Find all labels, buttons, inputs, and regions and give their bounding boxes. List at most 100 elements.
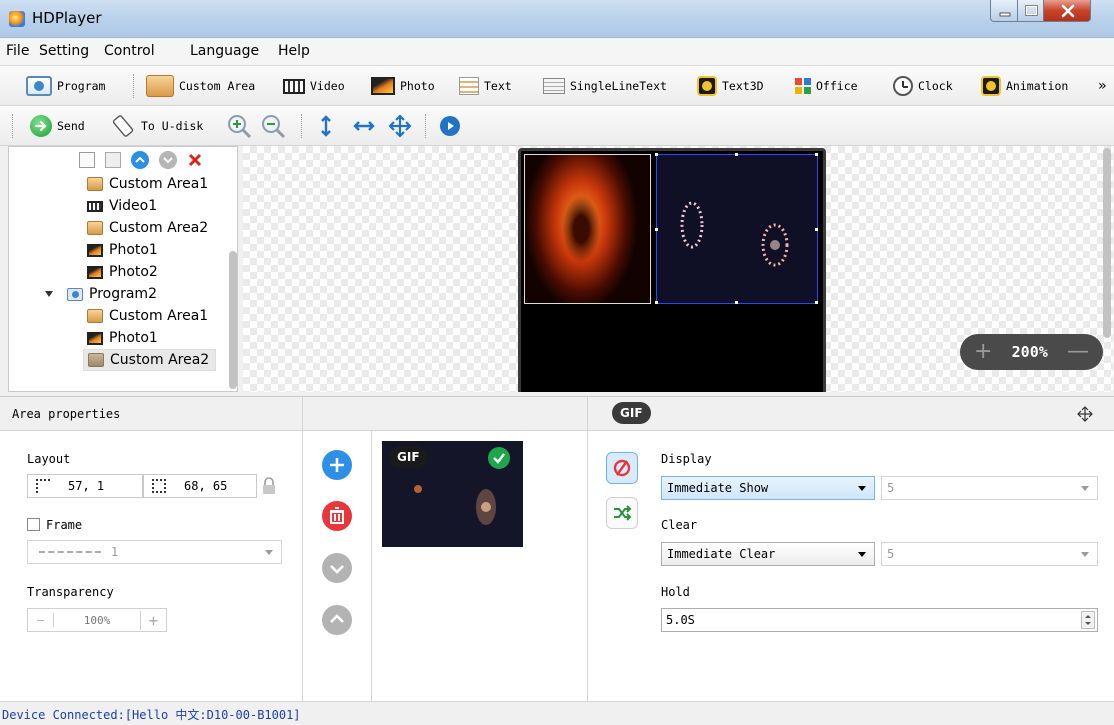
move-down-icon[interactable] [159, 151, 177, 169]
tree-item-photo[interactable]: Photo1 [87, 327, 158, 349]
tree-item-photo[interactable]: Photo2 [87, 261, 158, 283]
photo-icon [87, 243, 103, 257]
tree-item-custom-area[interactable]: Custom Area2 [87, 217, 208, 239]
menu-setting[interactable]: Setting [39, 43, 89, 59]
transparency-value[interactable]: 100% [54, 614, 140, 627]
minimize-button[interactable] [990, 0, 1018, 22]
single-line-text-button[interactable]: SingleLineText [543, 74, 667, 98]
tree-item-custom-area[interactable]: Custom Area1 [87, 305, 208, 327]
menu-control[interactable]: Control [104, 43, 155, 59]
tree-item-video[interactable]: Video1 [87, 195, 157, 217]
text3d-button[interactable]: Text3D [697, 74, 764, 98]
add-media-button[interactable] [322, 450, 352, 480]
hold-time-input[interactable]: 5.0S [661, 608, 1098, 632]
led-screen-preview [518, 148, 826, 392]
video-button[interactable]: Video [283, 74, 345, 98]
program-icon [26, 76, 52, 96]
resize-handle[interactable] [735, 153, 738, 156]
resize-handle[interactable] [655, 301, 658, 304]
text3d-icon [697, 76, 717, 96]
gif-badge: GIF [612, 402, 651, 424]
resize-handle[interactable] [735, 301, 738, 304]
move-panel-icon[interactable] [1077, 406, 1093, 422]
toolbar-separator [133, 74, 134, 98]
move-media-up-button[interactable] [322, 605, 352, 635]
tree-item-program[interactable]: Program2 [45, 283, 157, 305]
to-udisk-button[interactable]: To U-disk [110, 114, 203, 138]
fit-width-button[interactable] [352, 114, 376, 138]
text-button[interactable]: Text [459, 74, 512, 98]
custom-area-2-preview-selected[interactable] [655, 153, 818, 304]
no-effect-button[interactable] [606, 452, 638, 484]
photo-button[interactable]: Photo [371, 74, 435, 98]
transparency-plus-button[interactable]: + [140, 610, 166, 630]
resize-handle[interactable] [655, 153, 658, 156]
chevron-down-icon [330, 565, 344, 574]
frame-checkbox[interactable] [27, 518, 40, 531]
video-label: Video [310, 79, 345, 93]
fit-both-button[interactable] [388, 114, 412, 138]
resize-handle[interactable] [815, 301, 818, 304]
transparency-minus-button[interactable]: — [28, 613, 54, 627]
canvas-scrollbar[interactable] [1103, 148, 1111, 338]
toolbar-separator [12, 114, 13, 138]
menu-help[interactable]: Help [278, 43, 310, 59]
clock-button[interactable]: Clock [893, 74, 953, 98]
animation-button[interactable]: Animation [981, 74, 1068, 98]
tree-item-custom-area-selected[interactable]: Custom Area2 [83, 349, 217, 371]
expand-arrow-icon[interactable] [45, 291, 53, 297]
clear-effect-dropdown[interactable]: Immediate Clear [661, 542, 875, 566]
frame-style-dropdown[interactable]: 1 [27, 540, 282, 564]
move-up-icon[interactable] [131, 151, 149, 169]
clear-speed-dropdown[interactable]: 5 [881, 542, 1098, 566]
horizontal-stretch-icon [352, 118, 376, 134]
menu-language[interactable]: Language [190, 43, 259, 59]
zoom-minus-button[interactable]: — [1067, 341, 1089, 363]
office-button[interactable]: Office [795, 74, 858, 98]
resize-handle[interactable] [655, 228, 658, 231]
maximize-button[interactable] [1017, 0, 1044, 22]
office-icon [795, 78, 811, 94]
delete-media-button[interactable] [322, 501, 352, 531]
zoom-out-button[interactable] [260, 114, 286, 139]
program-canvas[interactable]: + 200% — [243, 146, 1113, 392]
preview-play-button[interactable] [440, 114, 460, 138]
send-arrow-icon [30, 115, 52, 137]
random-effect-button[interactable] [606, 497, 638, 529]
display-effect-dropdown[interactable]: Immediate Show [661, 476, 875, 500]
video-icon [283, 78, 305, 94]
transparency-stepper[interactable]: — 100% + [27, 608, 167, 632]
spin-arrows-icon [1085, 615, 1091, 625]
send-button[interactable]: Send [30, 114, 85, 138]
zoom-control: + 200% — [960, 334, 1103, 370]
zoom-in-button[interactable] [226, 114, 252, 139]
program-button[interactable]: Program [26, 74, 105, 98]
zoom-level: 200% [1011, 343, 1048, 361]
custom-area-1-preview[interactable] [524, 154, 651, 304]
custom-area-button[interactable]: Custom Area [146, 74, 255, 98]
copy-icon[interactable] [79, 152, 95, 168]
delete-x-icon[interactable] [187, 152, 203, 168]
position-field[interactable]: 57, 1 [27, 474, 143, 498]
move-media-down-button[interactable] [322, 553, 352, 583]
menu-file[interactable]: File [6, 43, 29, 59]
tree-item-custom-area[interactable]: Custom Area1 [87, 173, 208, 195]
clear-effect-value: Immediate Clear [667, 547, 776, 561]
lock-icon[interactable] [262, 477, 276, 495]
gif-media-thumbnail[interactable]: GIF [382, 441, 523, 547]
fit-height-button[interactable] [318, 114, 334, 138]
custom-area-icon [87, 177, 103, 191]
toolbar-overflow-button[interactable]: » [1098, 74, 1106, 98]
close-button[interactable] [1043, 0, 1091, 22]
resize-handle[interactable] [815, 228, 818, 231]
custom-area-icon [87, 221, 103, 235]
tree-scrollbar[interactable] [229, 251, 237, 389]
zoom-plus-button[interactable]: + [974, 341, 992, 363]
tree-item-photo[interactable]: Photo1 [87, 239, 158, 261]
display-speed-dropdown[interactable]: 5 [881, 476, 1098, 500]
resize-handle[interactable] [815, 153, 818, 156]
paste-icon[interactable] [105, 152, 121, 168]
hold-spin-buttons[interactable] [1081, 611, 1095, 629]
size-field[interactable]: 68, 65 [143, 474, 257, 498]
play-icon [440, 116, 460, 136]
